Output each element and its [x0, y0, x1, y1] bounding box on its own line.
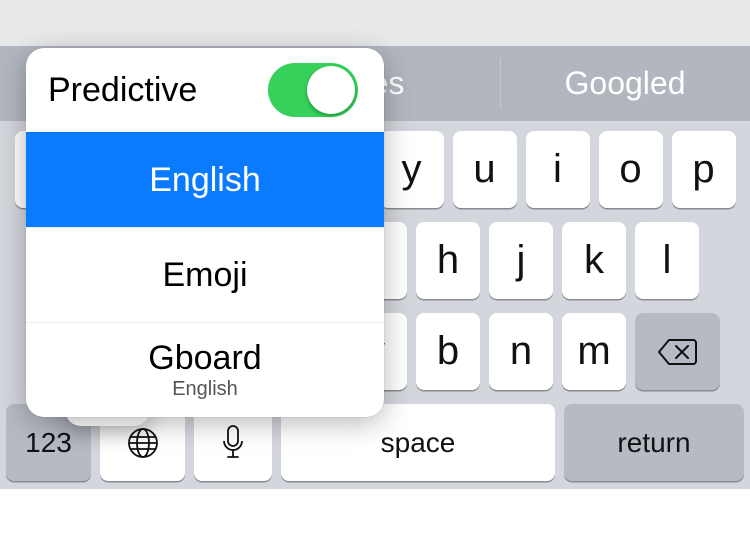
key-m[interactable]: m: [562, 313, 626, 390]
toggle-knob: [307, 66, 355, 114]
globe-icon: [125, 425, 161, 461]
key-n[interactable]: n: [489, 313, 553, 390]
app-content-area: [0, 0, 750, 46]
key-l[interactable]: l: [635, 222, 699, 299]
key-b[interactable]: b: [416, 313, 480, 390]
keyboard-option-label: Gboard: [148, 340, 261, 377]
keyboard-option-emoji[interactable]: Emoji: [26, 227, 384, 322]
microphone-icon: [220, 423, 246, 463]
key-o[interactable]: o: [599, 131, 663, 208]
key-j[interactable]: j: [489, 222, 553, 299]
key-h[interactable]: h: [416, 222, 480, 299]
keyboard-option-label: Emoji: [162, 256, 247, 295]
predictive-toggle[interactable]: [268, 63, 358, 117]
predictive-row: Predictive: [26, 48, 384, 132]
keyboard-option-label: English: [149, 161, 261, 200]
key-k[interactable]: k: [562, 222, 626, 299]
key-p[interactable]: p: [672, 131, 736, 208]
backspace-icon: [657, 337, 699, 367]
backspace-key[interactable]: [635, 313, 720, 390]
predictive-label: Predictive: [48, 71, 197, 110]
popup-tail-mask: [65, 350, 150, 370]
suggestion-right[interactable]: Googled: [500, 46, 750, 121]
key-y[interactable]: y: [380, 131, 444, 208]
return-key[interactable]: return: [564, 404, 744, 481]
key-i[interactable]: i: [526, 131, 590, 208]
keyboard-option-sublabel: English: [172, 378, 238, 400]
keyboard-option-english[interactable]: English: [26, 132, 384, 227]
key-u[interactable]: u: [453, 131, 517, 208]
